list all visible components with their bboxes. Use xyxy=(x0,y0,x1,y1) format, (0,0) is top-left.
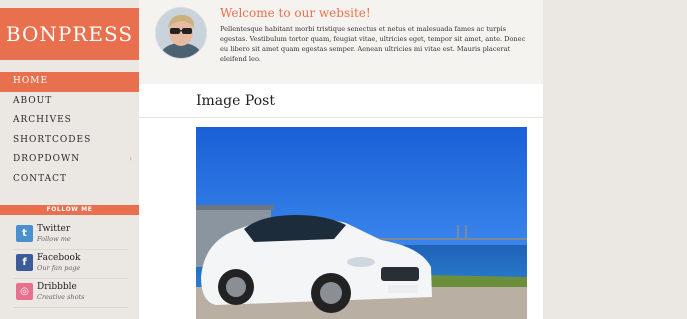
divider xyxy=(139,117,543,118)
nav-item-about[interactable]: ABOUT xyxy=(0,92,139,112)
nav-item-archives[interactable]: ARCHIVES xyxy=(0,111,139,131)
nav-item-label: SHORTCODES xyxy=(13,134,92,145)
post-image xyxy=(196,127,527,319)
intro-text: Pellentesque habitant morbi tristique se… xyxy=(220,25,526,63)
twitter-icon: t xyxy=(16,225,33,242)
post-content: Image Post xyxy=(139,84,543,319)
welcome-heading: Welcome to our website! xyxy=(220,6,371,20)
post-title[interactable]: Image Post xyxy=(196,93,275,109)
nav-item-shortcodes[interactable]: SHORTCODES xyxy=(0,131,139,151)
nav-item-label: CONTACT xyxy=(13,173,68,184)
social-subtitle: Creative shots xyxy=(37,293,85,301)
chevron-right-icon: › xyxy=(129,155,133,164)
nav-item-home[interactable]: HOME xyxy=(0,72,139,92)
facebook-icon: f xyxy=(16,254,33,271)
nav-item-label: HOME xyxy=(13,76,49,86)
social-subtitle: Our fan page xyxy=(37,264,81,272)
social-name: Twitter xyxy=(37,224,71,234)
avatar xyxy=(155,7,207,59)
social-link-twitter[interactable]: t Twitter Follow me xyxy=(13,221,128,250)
site-header: Welcome to our website! Pellentesque hab… xyxy=(139,0,543,84)
nav-item-label: ABOUT xyxy=(13,95,53,106)
social-name: Facebook xyxy=(37,253,81,263)
social-subtitle: Follow me xyxy=(37,235,71,243)
right-gutter xyxy=(543,0,687,319)
follow-me-heading: FOLLOW ME xyxy=(0,205,139,215)
nav-item-contact[interactable]: CONTACT xyxy=(0,170,139,190)
sidebar: BONPRESS HOME ABOUT ARCHIVES SHORTCODES … xyxy=(0,0,139,319)
dribbble-icon: ◎ xyxy=(16,283,33,300)
nav-item-label: ARCHIVES xyxy=(13,115,72,126)
site-logo[interactable]: BONPRESS xyxy=(0,8,139,60)
nav-item-dropdown[interactable]: DROPDOWN › xyxy=(0,150,139,170)
main-nav: HOME ABOUT ARCHIVES SHORTCODES DROPDOWN ›… xyxy=(0,72,139,190)
social-link-facebook[interactable]: f Facebook Our fan page xyxy=(13,250,128,279)
social-link-dribbble[interactable]: ◎ Dribbble Creative shots xyxy=(13,279,128,308)
social-name: Dribbble xyxy=(37,282,77,292)
nav-item-label: DROPDOWN xyxy=(13,154,81,165)
